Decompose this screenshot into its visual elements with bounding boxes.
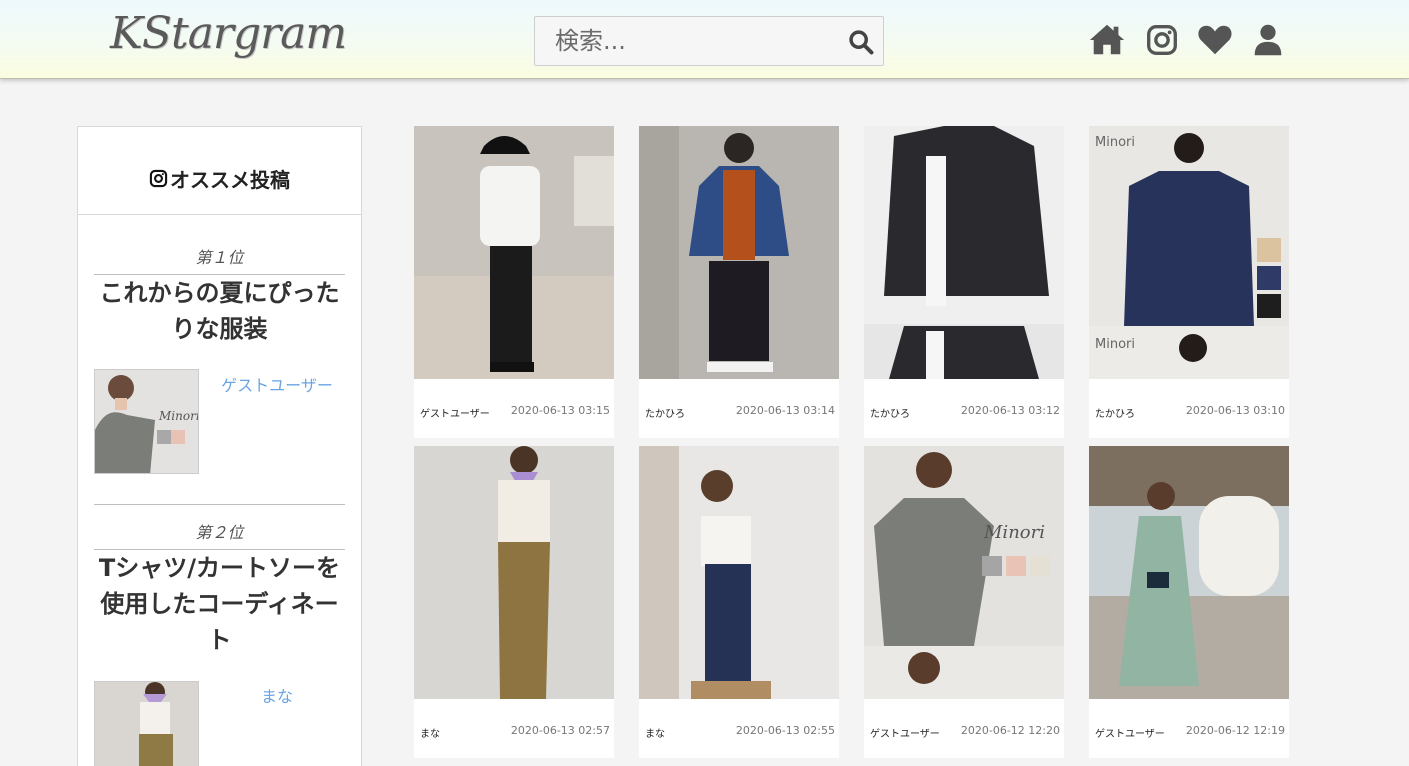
- post-image: [414, 446, 614, 699]
- post-image: Minori Minori: [1089, 126, 1289, 379]
- post-meta: ゲストユーザー 2020-06-12 12:19: [1089, 699, 1289, 758]
- post-meta: まな 2020-06-13 02:55: [639, 699, 839, 758]
- post-card[interactable]: ゲストユーザー 2020-06-12 12:19: [1089, 446, 1289, 758]
- post-username[interactable]: ゲストユーザー: [870, 725, 940, 740]
- post-meta: ゲストユーザー 2020-06-12 12:20: [864, 699, 1064, 758]
- ranking-thumbnail[interactable]: Minori: [94, 369, 199, 474]
- post-card[interactable]: まな 2020-06-13 02:55: [639, 446, 839, 758]
- post-meta: たかひろ 2020-06-13 03:12: [864, 379, 1064, 438]
- post-date: 2020-06-13 03:10: [1185, 404, 1285, 417]
- post-image: [639, 446, 839, 699]
- post-date: 2020-06-12 12:19: [1185, 724, 1285, 737]
- post-image: [414, 126, 614, 379]
- nav-instagram-link[interactable]: [1143, 21, 1181, 59]
- search-icon: [849, 30, 874, 55]
- instagram-icon: [1147, 25, 1177, 55]
- app-logo[interactable]: KStargram: [110, 8, 347, 59]
- post-meta: ゲストユーザー 2020-06-13 03:15: [414, 379, 614, 438]
- post-date: 2020-06-13 03:15: [510, 404, 610, 417]
- post-card[interactable]: たかひろ 2020-06-13 03:12: [864, 126, 1064, 438]
- svg-text:Minori: Minori: [1095, 337, 1135, 352]
- svg-text:Minori: Minori: [158, 409, 199, 423]
- post-date: 2020-06-13 03:14: [735, 404, 835, 417]
- post-username[interactable]: たかひろ: [645, 405, 685, 420]
- post-card[interactable]: たかひろ 2020-06-13 03:14: [639, 126, 839, 438]
- post-photo[interactable]: Minori Minori: [1089, 126, 1289, 379]
- heart-icon: [1198, 25, 1232, 55]
- post-card[interactable]: Minori ゲストユーザー 2020-06-12 12:20: [864, 446, 1064, 758]
- post-card[interactable]: まな 2020-06-13 02:57: [414, 446, 614, 758]
- post-username[interactable]: まな: [420, 725, 440, 740]
- recommended-sidebar: オススメ投稿 第１位 これからの夏にぴったりな服装 Minori ゲストユーザー…: [77, 126, 362, 766]
- svg-text:Minori: Minori: [983, 522, 1045, 543]
- post-image: [1089, 446, 1289, 699]
- nav-home-link[interactable]: [1088, 21, 1126, 59]
- ranking-thumbnail[interactable]: [94, 681, 199, 766]
- post-photo[interactable]: [864, 126, 1064, 379]
- search-form: [534, 16, 884, 66]
- ranking-item: 第２位 Tシャツ/カートソーを使用したコーディネート: [94, 516, 345, 658]
- nav-profile-link[interactable]: [1249, 21, 1287, 59]
- post-card[interactable]: ゲストユーザー 2020-06-13 03:15: [414, 126, 614, 438]
- post-image: [864, 126, 1064, 379]
- rank-label: 第１位: [94, 241, 345, 275]
- post-photo[interactable]: Minori: [864, 446, 1064, 699]
- post-date: 2020-06-13 02:55: [735, 724, 835, 737]
- post-date: 2020-06-12 12:20: [960, 724, 1060, 737]
- post-date: 2020-06-13 02:57: [510, 724, 610, 737]
- sidebar-heading-text: オススメ投稿: [170, 168, 290, 192]
- post-username[interactable]: ゲストユーザー: [1095, 725, 1165, 740]
- post-photo[interactable]: [639, 126, 839, 379]
- nav-likes-link[interactable]: [1196, 21, 1234, 59]
- ranking-photo: Minori: [95, 370, 199, 473]
- ranking-divider: [94, 504, 345, 505]
- home-icon: [1089, 24, 1125, 55]
- ranking-title[interactable]: これからの夏にぴったりな服装: [94, 275, 345, 347]
- post-username[interactable]: ゲストユーザー: [420, 405, 490, 420]
- post-photo[interactable]: [414, 126, 614, 379]
- post-username[interactable]: たかひろ: [1095, 405, 1135, 420]
- ranking-title[interactable]: Tシャツ/カートソーを使用したコーディネート: [94, 550, 345, 658]
- post-image: Minori: [864, 446, 1064, 699]
- search-button[interactable]: [847, 28, 875, 56]
- svg-text:Minori: Minori: [1095, 135, 1135, 150]
- post-meta: たかひろ 2020-06-13 03:14: [639, 379, 839, 438]
- post-photo[interactable]: [414, 446, 614, 699]
- ranking-username[interactable]: ゲストユーザー: [199, 372, 355, 396]
- ranking-item: 第１位 これからの夏にぴったりな服装: [94, 241, 345, 347]
- ranking-photo: [95, 682, 198, 766]
- post-username[interactable]: たかひろ: [870, 405, 910, 420]
- post-card[interactable]: Minori Minori たかひろ 2020-06-13 03:10: [1089, 126, 1289, 438]
- post-photo[interactable]: [639, 446, 839, 699]
- sidebar-heading: オススメ投稿: [78, 127, 361, 215]
- ranking-username[interactable]: まな: [199, 683, 355, 707]
- post-meta: たかひろ 2020-06-13 03:10: [1089, 379, 1289, 438]
- rank-label: 第２位: [94, 516, 345, 550]
- instagram-icon: [149, 169, 168, 188]
- post-meta: まな 2020-06-13 02:57: [414, 699, 614, 758]
- post-photo[interactable]: [1089, 446, 1289, 699]
- search-input[interactable]: [535, 17, 835, 65]
- post-username[interactable]: まな: [645, 725, 665, 740]
- post-image: [639, 126, 839, 379]
- top-navbar: KStargram: [0, 0, 1409, 79]
- user-icon: [1254, 24, 1282, 56]
- post-date: 2020-06-13 03:12: [960, 404, 1060, 417]
